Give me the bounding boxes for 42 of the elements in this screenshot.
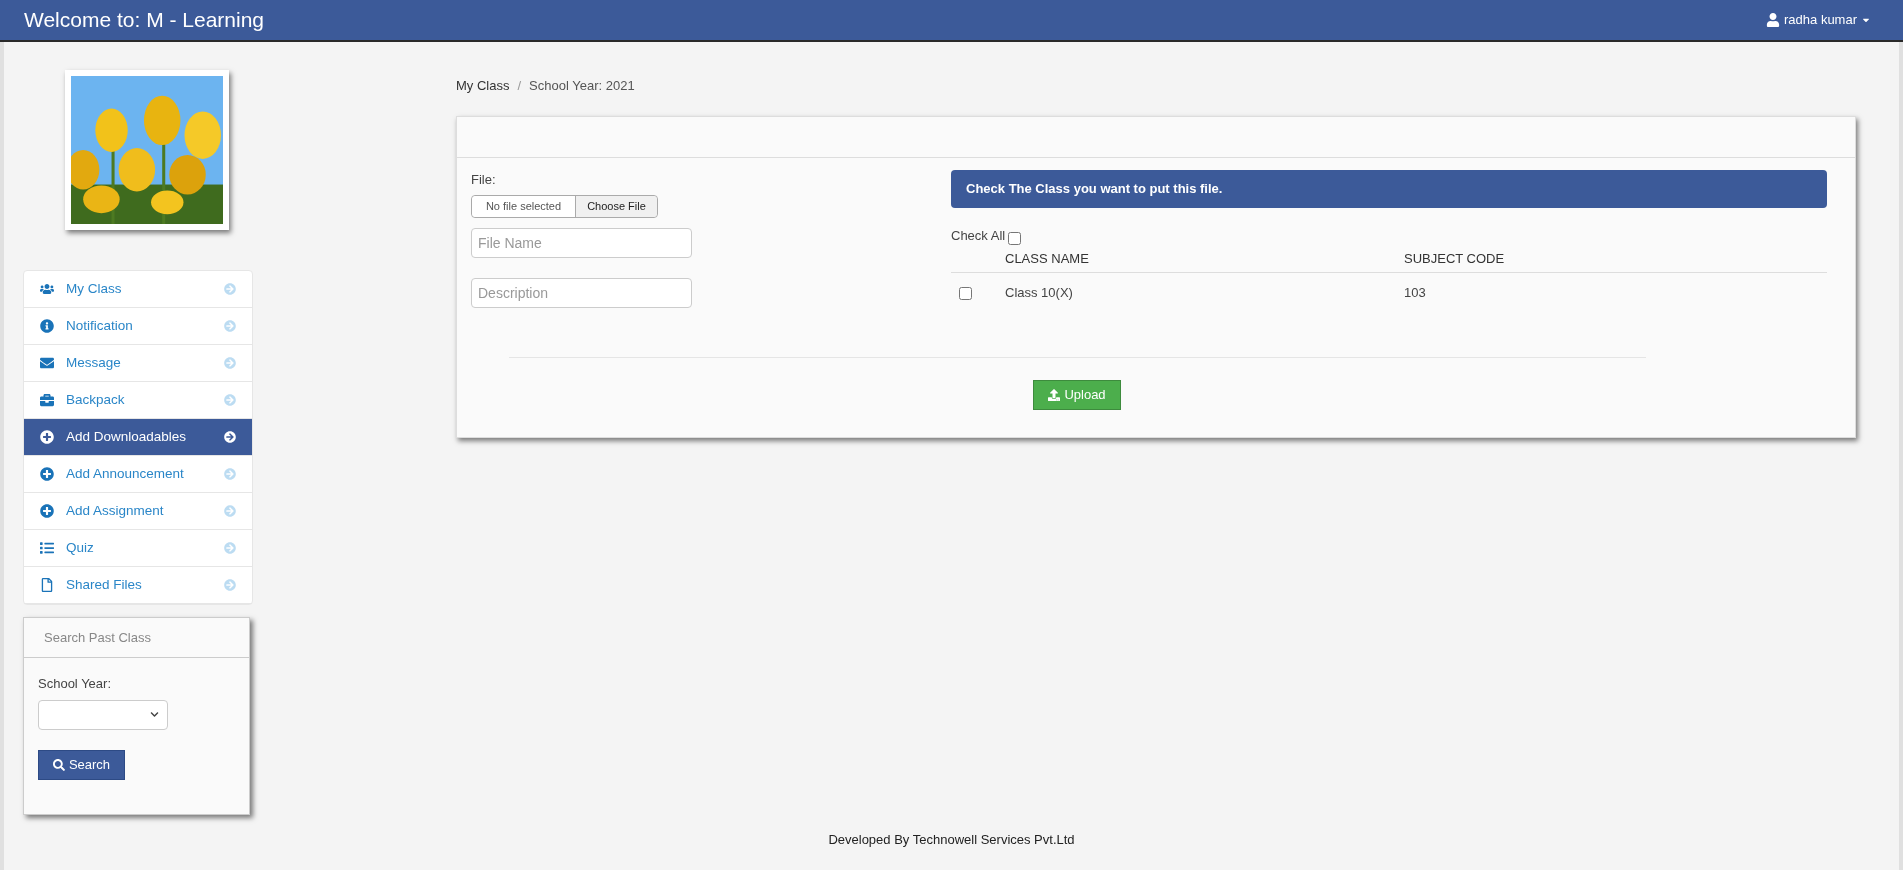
- sidebar-item[interactable]: Notification: [24, 308, 252, 345]
- upload-button[interactable]: Upload: [1033, 380, 1121, 410]
- user-menu[interactable]: radha kumar: [1766, 10, 1879, 30]
- sidebar-item[interactable]: Shared Files: [24, 567, 252, 604]
- sidebar-item[interactable]: Message: [24, 345, 252, 382]
- app-title: Welcome to: M - Learning: [24, 7, 265, 34]
- panel-title: Search Past Class: [44, 628, 151, 647]
- choose-file-label: Choose File: [575, 196, 657, 217]
- briefcase-icon: [40, 393, 54, 407]
- checkbox[interactable]: [1008, 232, 1022, 245]
- chevron-icon: [150, 710, 159, 719]
- sidebar-item[interactable]: Add Assignment: [24, 493, 252, 530]
- search-icon: [52, 758, 65, 771]
- column-header: SUBJECT CODE: [1404, 249, 1505, 268]
- breadcrumb-link[interactable]: My Class: [456, 76, 510, 96]
- envelope-icon: [40, 356, 54, 370]
- breadcrumb-separator: /: [517, 77, 522, 95]
- table-cell-text: Class 10(X): [1005, 284, 1074, 303]
- field-label: School Year:: [38, 675, 112, 693]
- sidebar-item[interactable]: My Class: [24, 271, 252, 308]
- file-picker[interactable]: No file selected Choose File: [471, 195, 658, 218]
- check-all-label: Check All: [951, 226, 1006, 245]
- sidebar-item[interactable]: Add Downloadables: [24, 419, 252, 456]
- sidebar-item[interactable]: Add Announcement: [24, 456, 252, 493]
- column-header: CLASS NAME: [1005, 249, 1090, 268]
- input-field[interactable]: Description: [471, 278, 692, 308]
- info-icon: [40, 319, 54, 333]
- user-icon: [1766, 13, 1780, 27]
- input-field[interactable]: File Name: [471, 228, 692, 258]
- file-status: No file selected: [472, 196, 575, 217]
- users-icon: [40, 282, 54, 296]
- sidebar-item[interactable]: Quiz: [24, 530, 252, 567]
- file-icon: [40, 578, 54, 592]
- list-icon: [40, 541, 54, 555]
- search-button[interactable]: Search: [38, 749, 125, 780]
- checkbox[interactable]: [959, 286, 972, 300]
- breadcrumb-current: School Year: 2021: [529, 77, 635, 95]
- upload-icon: [1048, 389, 1061, 401]
- notice-text: Check The Class you want to put this file.: [966, 179, 1223, 198]
- table-cell-text: 103: [1404, 284, 1426, 303]
- footer-text: Developed By Technowell Services Pvt.Ltd: [828, 831, 1075, 849]
- field-label: File:: [471, 170, 497, 189]
